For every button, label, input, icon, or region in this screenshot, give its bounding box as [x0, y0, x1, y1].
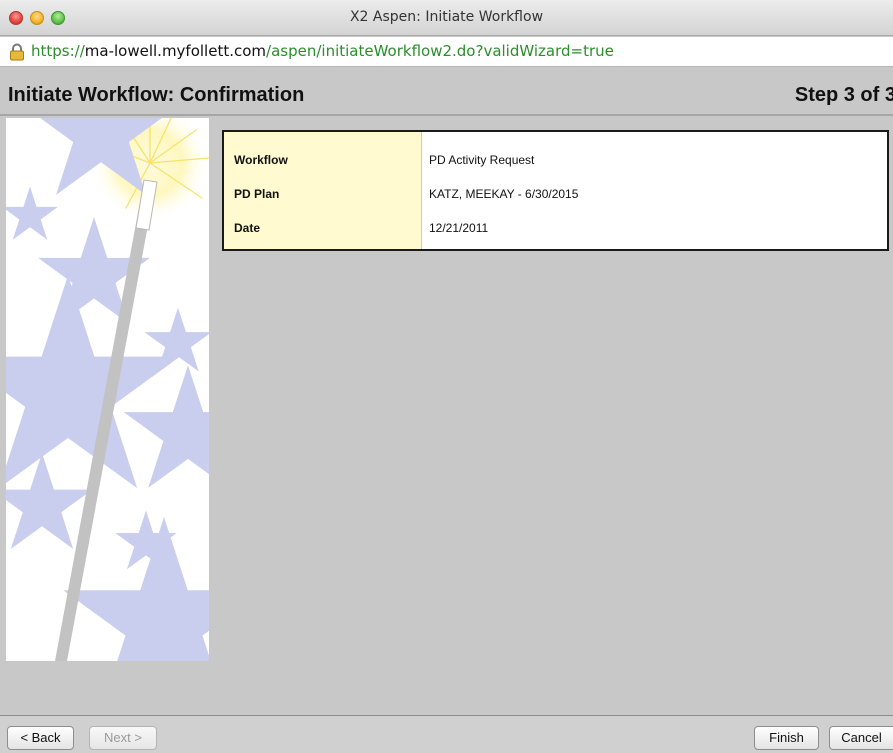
wizard-header: Initiate Workflow: Confirmation Step 3 o… [0, 68, 893, 116]
address-bar[interactable]: https://ma-lowell.myfollett.com/aspen/in… [0, 37, 893, 67]
wizard-footer: < Back Next > Finish Cancel [0, 715, 893, 753]
details-value-column: PD Activity Request KATZ, MEEKAY - 6/30/… [422, 132, 887, 249]
back-button[interactable]: < Back [7, 726, 74, 750]
finish-button[interactable]: Finish [754, 726, 819, 750]
wizard-illustration [6, 118, 209, 661]
date-value: 12/21/2011 [429, 221, 489, 235]
url-host: ma-lowell.myfollett.com [84, 42, 267, 60]
window-titlebar: X2 Aspen: Initiate Workflow [0, 0, 893, 36]
cancel-button[interactable]: Cancel [829, 726, 893, 750]
confirmation-details: Workflow PD Plan Date PD Activity Reques… [222, 130, 889, 251]
workflow-value: PD Activity Request [429, 153, 535, 167]
window-title: X2 Aspen: Initiate Workflow [349, 9, 544, 25]
url-text[interactable]: https://ma-lowell.myfollett.com/aspen/in… [31, 42, 614, 60]
page-title: Initiate Workflow: Confirmation [8, 84, 305, 106]
url-protocol: https:// [31, 42, 85, 60]
workflow-label: Workflow [234, 153, 288, 167]
step-indicator: Step 3 of 3 [794, 84, 893, 106]
next-button: Next > [89, 726, 157, 750]
url-path: /aspen/initiateWorkflow2.do?validWizard=… [266, 42, 614, 60]
magic-wand-icon [6, 118, 209, 661]
pd-plan-label: PD Plan [234, 187, 280, 201]
pd-plan-value: KATZ, MEEKAY - 6/30/2015 [429, 187, 579, 201]
date-label: Date [234, 221, 261, 235]
lock-icon [10, 43, 24, 61]
details-label-column: Workflow PD Plan Date [224, 132, 422, 249]
